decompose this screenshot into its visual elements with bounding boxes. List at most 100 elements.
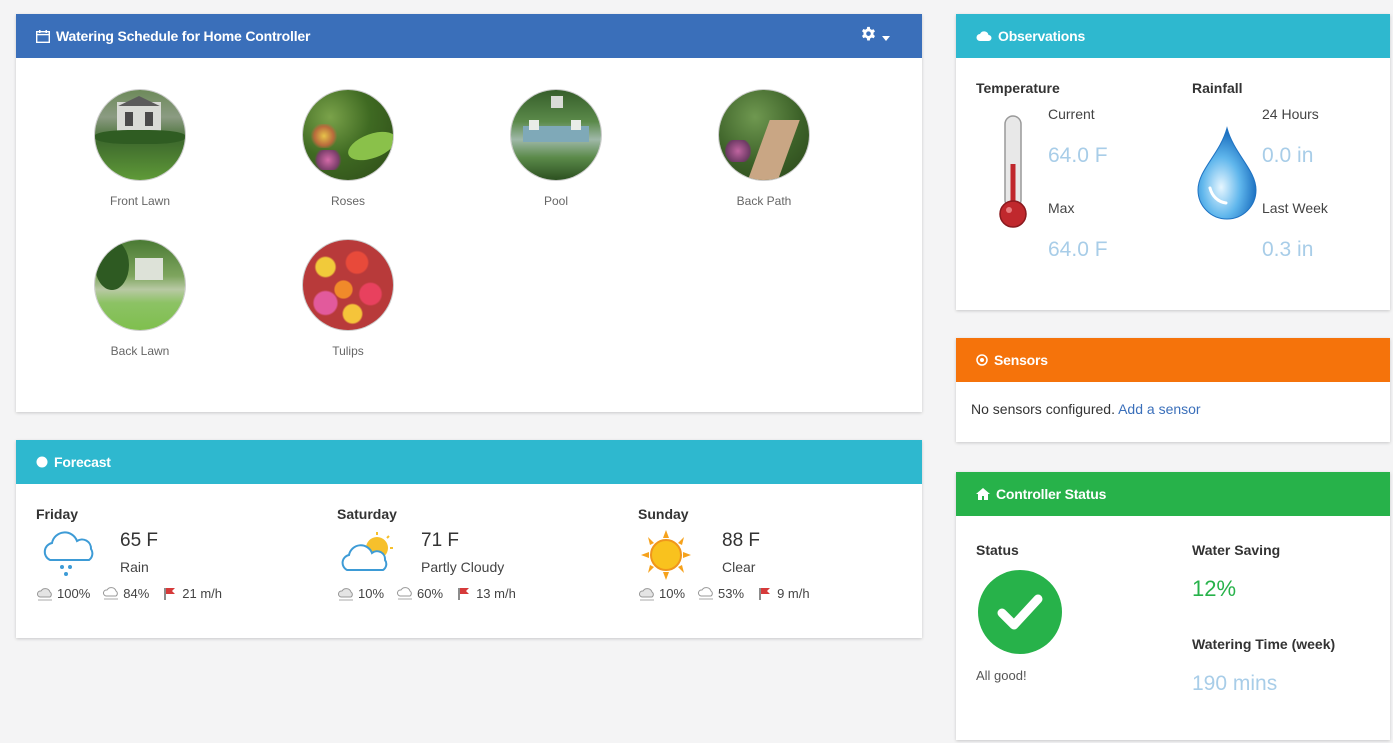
day-condition: Partly Cloudy [421, 559, 505, 575]
sensor-target-icon [976, 354, 988, 366]
zone-back-path[interactable]: Back Path [684, 90, 844, 208]
humidity-icon [697, 586, 715, 601]
schedule-title: Watering Schedule for Home Controller [56, 28, 311, 44]
rainfall-block: Rainfall [1192, 80, 1243, 96]
day-name: Friday [36, 506, 79, 522]
sensors-message: No sensors configured. Add a sensor [956, 382, 1390, 436]
gear-icon [860, 26, 877, 46]
wind-flag-icon [756, 587, 774, 601]
wind-value: 13 m/h [476, 586, 516, 601]
status-heading: Status [976, 542, 1019, 558]
humidity-icon [102, 586, 120, 601]
wind-flag-icon [161, 587, 179, 601]
humidity-value: 60% [417, 586, 444, 601]
precip-value: 10% [659, 586, 686, 601]
water-drop-icon [1194, 126, 1260, 225]
precip-icon [337, 587, 355, 601]
day-temp: 71 F [421, 530, 460, 551]
water-saving-heading: Water Saving [1192, 542, 1281, 558]
water-saving-value: 12% [1192, 576, 1237, 601]
day-temp: 88 F [722, 530, 761, 551]
wind-flag-icon [455, 587, 473, 601]
rain-cloud-icon [36, 530, 100, 580]
precip-icon [638, 587, 656, 601]
front-lawn-photo [95, 90, 185, 180]
humidity-value: 84% [123, 586, 150, 601]
chevron-down-icon [882, 28, 890, 44]
day-stats: 10% 60% 13 m/h [337, 586, 516, 601]
wind-value: 9 m/h [777, 586, 810, 601]
last-week-rain-value: 0.3 in [1262, 238, 1314, 261]
roses-photo [303, 90, 393, 180]
add-sensor-link[interactable]: Add a sensor [1118, 401, 1201, 417]
forecast-day-sunday: Sunday 88 F Clear 10% 53% 9 m/h [638, 506, 938, 601]
zone-label: Roses [330, 194, 365, 208]
current-temp-value: 64.0 F [1048, 144, 1108, 167]
zone-label: Pool [543, 194, 569, 208]
day-condition: Rain [120, 559, 149, 575]
zone-label: Back Lawn [110, 344, 170, 358]
back-lawn-photo [95, 240, 185, 330]
sun-icon [638, 530, 702, 580]
temperature-block: Temperature [976, 80, 1060, 96]
zone-back-lawn[interactable]: Back Lawn [60, 240, 220, 358]
rainfall-heading: Rainfall [1192, 80, 1243, 96]
partly-cloudy-icon [337, 530, 401, 580]
home-icon [976, 488, 990, 500]
calendar-icon [36, 29, 50, 43]
day-condition: Clear [722, 559, 756, 575]
forecast-dot-icon [36, 456, 48, 468]
settings-dropdown[interactable] [860, 26, 902, 46]
current-label: Current [1048, 106, 1095, 122]
humidity-icon [396, 586, 414, 601]
watering-time-heading: Watering Time (week) [1192, 636, 1336, 652]
max-temp-value: 64.0 F [1048, 238, 1108, 261]
controller-title: Controller Status [996, 486, 1107, 502]
precip-value: 100% [57, 586, 91, 601]
zone-roses[interactable]: Roses [268, 90, 428, 208]
observations-panel: Observations Temperature Current 64.0 F … [956, 14, 1390, 310]
cloud-icon [976, 30, 992, 42]
wind-value: 21 m/h [182, 586, 223, 601]
day-name: Saturday [337, 506, 397, 522]
day-name: Sunday [638, 506, 689, 522]
forecast-panel: Forecast Friday 65 F Rain 100% 84% 21 m/… [16, 440, 922, 638]
humidity-value: 53% [718, 586, 745, 601]
sensors-panel: Sensors No sensors configured. Add a sen… [956, 338, 1390, 442]
day-stats: 100% 84% 21 m/h [36, 586, 222, 601]
forecast-header: Forecast [16, 440, 922, 484]
zone-grid: Front Lawn Roses Pool Back Path Back Law… [16, 58, 922, 412]
sensors-header: Sensors [956, 338, 1390, 382]
pool-photo [511, 90, 601, 180]
forecast-day-saturday: Saturday 71 F Partly Cloudy 10% 60% 13 m… [337, 506, 637, 601]
24-hours-label: 24 Hours [1262, 106, 1319, 122]
forecast-title: Forecast [54, 454, 111, 470]
tulips-photo [303, 240, 393, 330]
zone-front-lawn[interactable]: Front Lawn [60, 90, 220, 208]
day-stats: 10% 53% 9 m/h [638, 586, 810, 601]
back-path-photo [719, 90, 809, 180]
controller-header: Controller Status [956, 472, 1390, 516]
watering-time-value: 190 mins [1192, 672, 1278, 695]
no-sensors-text: No sensors configured. [971, 401, 1115, 417]
temperature-heading: Temperature [976, 80, 1060, 96]
observations-title: Observations [998, 28, 1086, 44]
precip-value: 10% [358, 586, 385, 601]
schedule-header: Watering Schedule for Home Controller [16, 14, 922, 58]
last-week-label: Last Week [1262, 200, 1328, 216]
zone-label: Tulips [332, 344, 364, 358]
controller-panel: Controller Status Status All good! Water… [956, 472, 1390, 740]
zone-tulips[interactable]: Tulips [268, 240, 428, 358]
zone-label: Back Path [736, 194, 792, 208]
precip-icon [36, 587, 54, 601]
zone-pool[interactable]: Pool [476, 90, 636, 208]
observations-header: Observations [956, 14, 1390, 58]
forecast-day-friday: Friday 65 F Rain 100% 84% 21 m/h [36, 506, 336, 601]
day-temp: 65 F [120, 530, 159, 551]
schedule-panel: Watering Schedule for Home Controller Fr… [16, 14, 922, 412]
sensors-title: Sensors [994, 352, 1048, 368]
24-hours-rain-value: 0.0 in [1262, 144, 1314, 167]
zone-label: Front Lawn [109, 194, 171, 208]
check-circle-icon [978, 570, 1062, 654]
max-label: Max [1048, 200, 1075, 216]
